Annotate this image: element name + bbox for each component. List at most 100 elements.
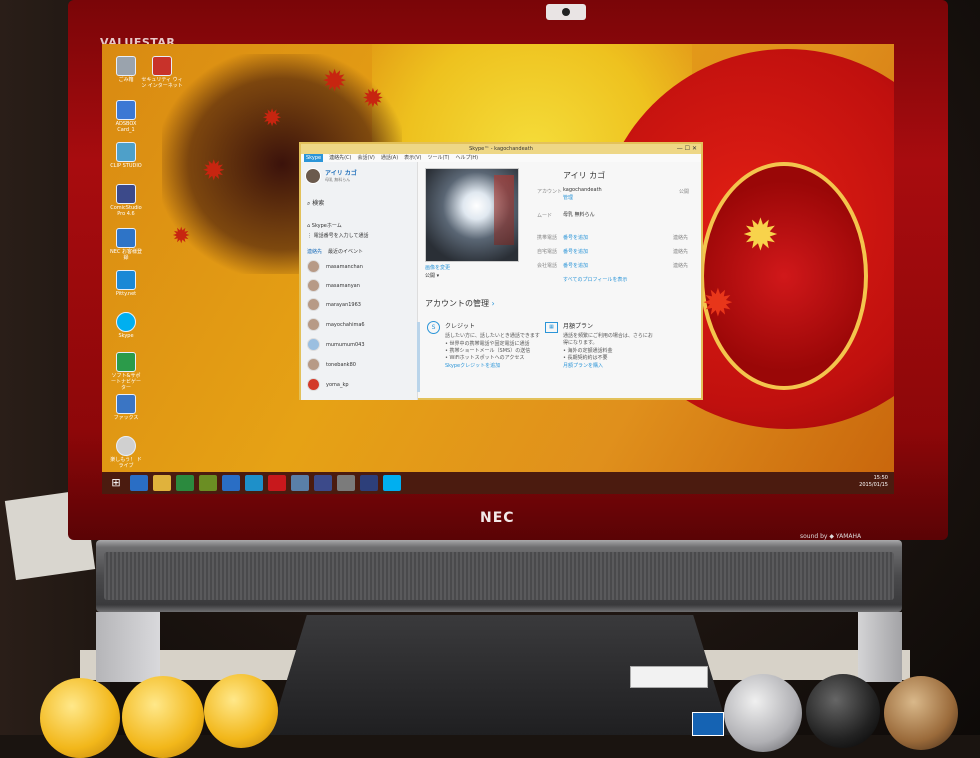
stand-right bbox=[858, 612, 902, 682]
credit-line: • WiFiホットスポットへのアクセス bbox=[445, 355, 525, 361]
account-value: kagochandeath bbox=[563, 187, 602, 193]
skype-titlebar[interactable]: Skype™ - kagochandeath — ☐ ✕ bbox=[301, 144, 701, 154]
tab-recent[interactable]: 最近のイベント bbox=[328, 248, 363, 255]
skype-menubar: Skype 連絡先(C) 会話(V) 通話(A) 表示(V) ツール(T) ヘル… bbox=[301, 154, 701, 162]
list-item[interactable]: yoma_kp bbox=[307, 378, 349, 391]
list-item[interactable]: marayan1963 bbox=[307, 298, 361, 311]
ie-icon[interactable] bbox=[130, 475, 148, 491]
visibility-select[interactable]: 公開 ▾ bbox=[425, 272, 439, 279]
profile-panel: 画像を変更 公開 ▾ アイリ カゴ アカウント kagochandeath 管理… bbox=[417, 162, 701, 400]
menu-tools[interactable]: ツール(T) bbox=[428, 154, 450, 162]
app-icon[interactable] bbox=[199, 475, 217, 491]
app-icon[interactable] bbox=[245, 475, 263, 491]
desktop-icon-skype[interactable]: Skype bbox=[110, 312, 142, 339]
avatar bbox=[307, 318, 320, 331]
menu-conversation[interactable]: 会話(V) bbox=[358, 154, 375, 162]
sound-badge: sound by ◆ YAMAHA bbox=[800, 533, 862, 540]
user-mood: 母乳 無料らん bbox=[325, 177, 351, 182]
change-photo-link[interactable]: 画像を変更 bbox=[425, 264, 450, 271]
desktop-icon-clipstudio[interactable]: CLIP STUDIO bbox=[110, 142, 142, 169]
skype-home-link[interactable]: ⌂ Skypeホーム bbox=[307, 222, 342, 229]
list-item[interactable]: mumumum043 bbox=[307, 338, 365, 351]
app-icon[interactable] bbox=[337, 475, 355, 491]
desktop-icon-support[interactable]: ソフト&サポートナビゲーター bbox=[110, 352, 142, 391]
call-phone-link[interactable]: ⋮ 電話番号を入力して通話 bbox=[307, 232, 368, 239]
account-public: 公開 bbox=[679, 189, 690, 195]
add-number-link[interactable]: 番号を追加 bbox=[563, 248, 588, 255]
desktop-icon-fax[interactable]: ファックス bbox=[110, 394, 142, 421]
desktop-icon-security[interactable]: セキュリティ ウィン インターネット bbox=[140, 56, 184, 89]
menu-call[interactable]: 通話(A) bbox=[381, 154, 398, 162]
mood-value[interactable]: 母乳 無料らん bbox=[563, 211, 595, 218]
account-manage-link[interactable]: 管理 bbox=[563, 194, 573, 201]
app-icon[interactable] bbox=[291, 475, 309, 491]
profile-photo bbox=[425, 168, 519, 262]
desktop-icon-adsbox[interactable]: ADSBOX Card_1 bbox=[110, 100, 142, 133]
scrollbar[interactable] bbox=[417, 322, 420, 392]
taskbar: ⊞ 15:50 2015/01/15 bbox=[102, 472, 894, 494]
account-heading[interactable]: アカウントの管理 › bbox=[425, 298, 495, 309]
desktop-icon-comicstudio[interactable]: ComicStudio Pro 4.6 bbox=[110, 184, 142, 217]
menu-skype[interactable]: Skype bbox=[304, 154, 324, 162]
credit-line: 話したい方に、話したいとき通話できます bbox=[445, 333, 540, 339]
app-icon[interactable] bbox=[360, 475, 378, 491]
figurine-silver bbox=[724, 674, 802, 752]
add-credit-link[interactable]: Skypeクレジットを追加 bbox=[445, 362, 500, 369]
desktop-icon-recycle[interactable]: ごみ箱 bbox=[110, 56, 142, 83]
buy-plan-link[interactable]: 月額プランを購入 bbox=[563, 362, 603, 369]
support-navigator-icon bbox=[116, 352, 136, 372]
store-icon[interactable] bbox=[176, 475, 194, 491]
menu-contacts[interactable]: 連絡先(C) bbox=[329, 154, 351, 162]
avatar bbox=[307, 378, 320, 391]
skype-icon bbox=[116, 312, 136, 332]
system-tray[interactable]: 15:50 2015/01/15 bbox=[859, 475, 888, 489]
add-number-link[interactable]: 番号を追加 bbox=[563, 234, 588, 241]
app-icon[interactable] bbox=[268, 475, 286, 491]
list-item[interactable]: masamanchan bbox=[307, 260, 363, 273]
brand-nec: NEC bbox=[480, 510, 515, 526]
credit-line: • 世界中の携帯電話や固定電話に通話 bbox=[445, 341, 530, 347]
avatar bbox=[307, 358, 320, 371]
display-name: アイリ カゴ bbox=[563, 171, 606, 180]
desktop-icon-pitty[interactable]: Pitty.net bbox=[110, 270, 142, 297]
chevron-right-icon: › bbox=[491, 299, 495, 308]
maple-leaf-icon: ✹ bbox=[172, 224, 191, 249]
desktop-icon-nec[interactable]: NEC お客様登録 bbox=[110, 228, 142, 261]
adsbox-icon bbox=[116, 100, 136, 120]
photo-background bbox=[494, 175, 514, 245]
skype-sidebar: アイリ カゴ 母乳 無料らん ⌕ 検索 ⌂ Skypeホーム ⋮ 電話番号を入力… bbox=[301, 162, 418, 400]
contact-tabs: 連絡先 最近のイベント bbox=[307, 248, 363, 255]
plan-line: 通話を頻繁にご利用の場合は、さらにお bbox=[563, 333, 653, 339]
show-all-profile-link[interactable]: すべてのプロフィールを表示 bbox=[563, 276, 627, 283]
mcafee-icon bbox=[152, 56, 172, 76]
list-item[interactable]: masamanyan bbox=[307, 279, 360, 292]
window-controls[interactable]: — ☐ ✕ bbox=[677, 144, 697, 154]
desktop-icon-drive[interactable]: 楽しもう！ ドライブ bbox=[110, 436, 142, 469]
comic-studio-icon bbox=[116, 184, 136, 204]
screen: ✹ ✹ ✹ ✹ ✹ ✹ ✹ ごみ箱 セキュリティ ウィン インターネット ADS… bbox=[102, 44, 894, 494]
avatar bbox=[307, 260, 320, 273]
tab-contacts[interactable]: 連絡先 bbox=[307, 248, 322, 255]
start-windows-icon[interactable]: ⊞ bbox=[107, 475, 125, 491]
figurine-black bbox=[806, 674, 880, 748]
credit-icon: S bbox=[427, 321, 440, 334]
maple-leaf-icon: ✹ bbox=[322, 64, 348, 99]
skype-title: Skype™ - kagochandeath bbox=[469, 146, 533, 152]
recycle-bin-icon bbox=[116, 56, 136, 76]
search-field[interactable]: ⌕ 検索 bbox=[307, 198, 324, 208]
menu-view[interactable]: 表示(V) bbox=[404, 154, 421, 162]
clock-time: 15:50 bbox=[873, 475, 888, 481]
app-icon[interactable] bbox=[314, 475, 332, 491]
list-item[interactable]: mayochahima6 bbox=[307, 318, 365, 331]
add-number-link[interactable]: 番号を追加 bbox=[563, 262, 588, 269]
fax-icon bbox=[116, 394, 136, 414]
skype-taskbar-icon[interactable] bbox=[383, 475, 401, 491]
menu-help[interactable]: ヘルプ(H) bbox=[455, 154, 478, 162]
list-item[interactable]: tonebank80 bbox=[307, 358, 356, 371]
app-icon[interactable] bbox=[222, 475, 240, 491]
nec-register-icon bbox=[116, 228, 136, 248]
avatar bbox=[307, 338, 320, 351]
plan-line: 得になります。 bbox=[563, 340, 598, 346]
explorer-icon[interactable] bbox=[153, 475, 171, 491]
user-profile[interactable]: アイリ カゴ 母乳 無料らん bbox=[305, 168, 357, 184]
